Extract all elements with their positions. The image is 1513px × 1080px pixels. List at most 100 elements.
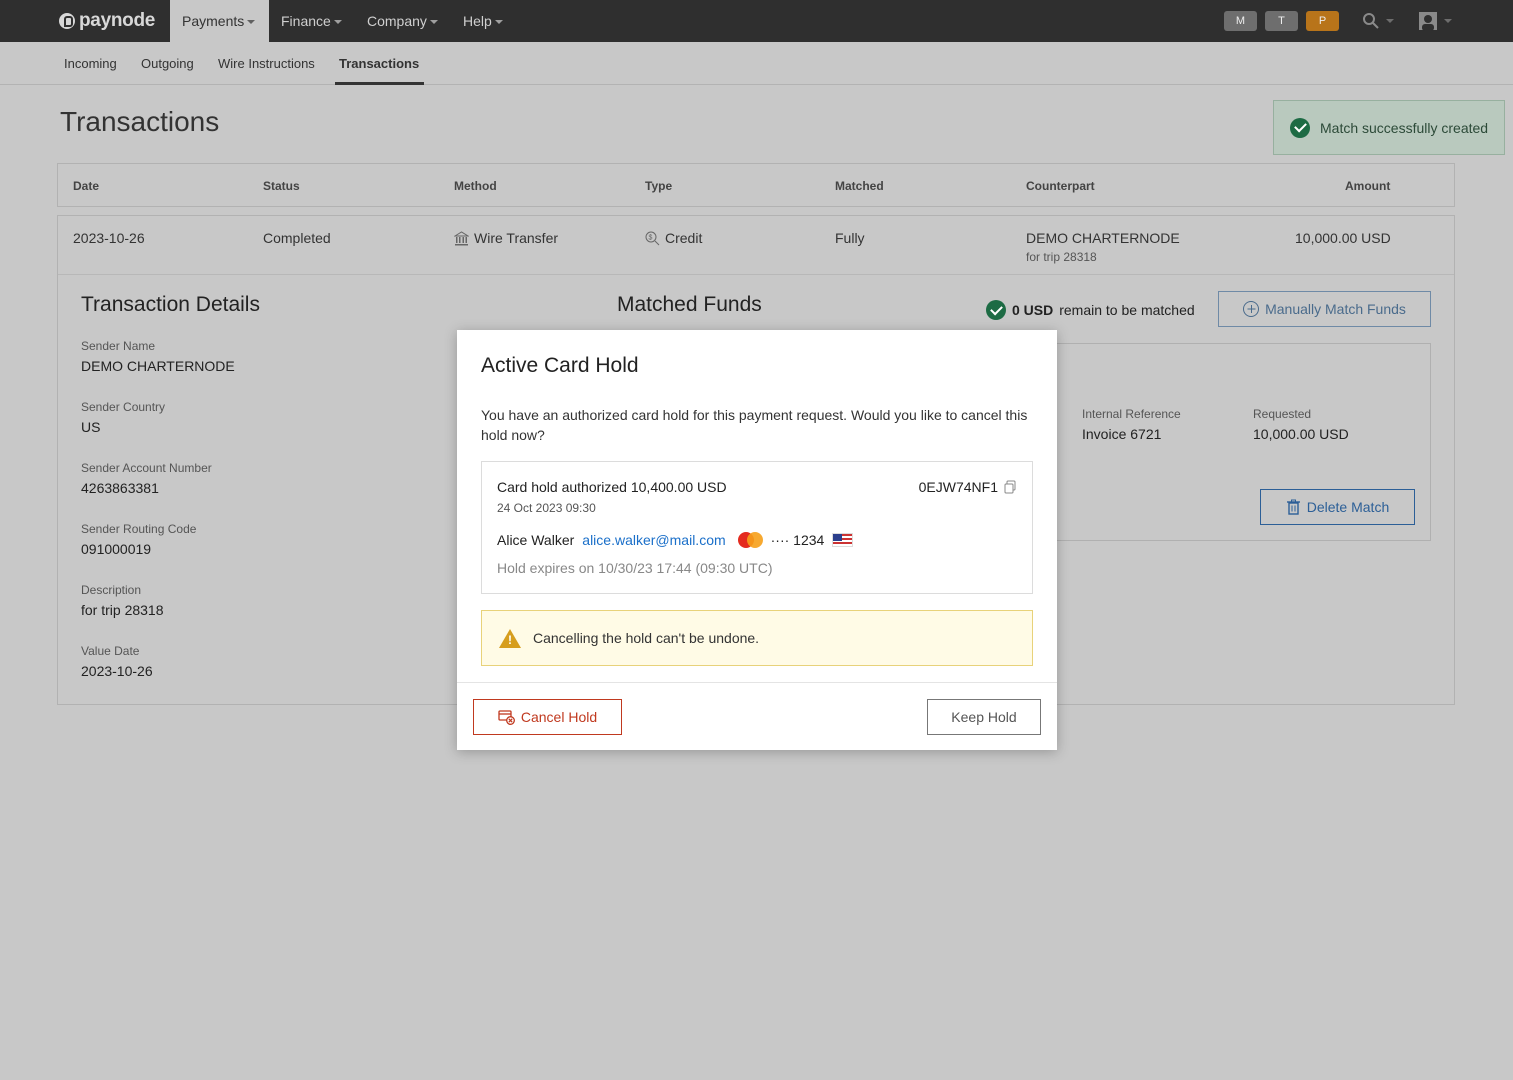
card-mask: ···· 1234 [770, 532, 825, 548]
table-row[interactable]: 2023-10-26 Completed Wire Transfer $ Cre… [58, 216, 1454, 275]
check-circle-icon [1290, 117, 1310, 138]
active-card-hold-modal: Active Card Hold You have an authorized … [457, 330, 1057, 750]
warning-icon [499, 628, 521, 648]
hold-reference-value: 0EJW74NF1 [918, 479, 998, 495]
plus-circle-icon [1243, 301, 1260, 317]
col-date[interactable]: Date [73, 164, 99, 208]
row-method-label: Wire Transfer [474, 230, 559, 246]
logo-text: paynode [79, 10, 156, 31]
hold-date: 24 Oct 2023 09:30 [497, 501, 596, 515]
description-label: Description [81, 583, 142, 597]
card-hold-card: Card hold authorized 10,400.00 USD 24 Oc… [481, 461, 1033, 594]
check-circle-icon [986, 300, 1006, 320]
tab-wire-instructions[interactable]: Wire Instructions [214, 42, 319, 85]
sender-routing-value: 091000019 [81, 541, 152, 557]
requested-label: Requested [1253, 407, 1312, 421]
row-counterpart-sub: for trip 28318 [1026, 250, 1097, 264]
row-type-label: Credit [665, 230, 703, 246]
manually-match-funds-label: Manually Match Funds [1265, 301, 1406, 317]
nav-help-label: Help [463, 13, 492, 29]
hold-expires: Hold expires on 10/30/23 17:44 (09:30 UT… [497, 560, 773, 576]
paynode-logo[interactable]: paynode [59, 10, 155, 32]
search-icon [1363, 13, 1379, 29]
hold-holder-row: Alice Walker alice.walker@mail.com ···· … [497, 532, 854, 548]
value-date-label: Value Date [81, 644, 140, 658]
row-date: 2023-10-26 [73, 230, 145, 246]
chevron-down-icon [494, 20, 503, 25]
sender-country-label: Sender Country [81, 400, 166, 414]
chevron-down-icon [1444, 19, 1452, 23]
col-status[interactable]: Status [263, 164, 300, 208]
top-navbar: paynode Payments Finance Company Help M … [0, 0, 1513, 42]
card-cancel-icon [498, 709, 515, 725]
cancel-hold-button[interactable]: Cancel Hold [473, 699, 622, 735]
sub-navbar: Incoming Outgoing Wire Instructions Tran… [0, 42, 1513, 85]
tab-outgoing[interactable]: Outgoing [137, 42, 198, 85]
user-menu[interactable] [1418, 11, 1452, 31]
keep-hold-button[interactable]: Keep Hold [927, 699, 1041, 735]
env-chip-p[interactable]: P [1306, 11, 1339, 31]
table-header: Date Status Method Type Matched Counterp… [57, 163, 1455, 207]
nav-payments[interactable]: Payments [170, 0, 269, 42]
modal-footer: Cancel Hold Keep Hold [457, 682, 1057, 750]
nav-help[interactable]: Help [451, 0, 515, 42]
warning-text: Cancelling the hold can't be undone. [533, 630, 760, 646]
remain-text: remain to be matched [1059, 302, 1195, 318]
sender-account-value: 4263863381 [81, 480, 159, 496]
row-matched: Fully [835, 230, 865, 246]
modal-message: You have an authorized card hold for thi… [481, 407, 1028, 443]
nav-finance[interactable]: Finance [269, 0, 354, 42]
row-status: Completed [263, 230, 331, 246]
paynode-logo-icon [59, 13, 75, 29]
internal-ref-value: Invoice 6721 [1082, 426, 1162, 442]
sender-account-label: Sender Account Number [81, 461, 212, 475]
nav-finance-label: Finance [281, 13, 331, 29]
env-chip-m[interactable]: M [1224, 11, 1257, 31]
credit-search-icon: $ [645, 231, 660, 245]
hold-reference[interactable]: 0EJW74NF1 [919, 479, 1016, 495]
tab-transactions[interactable]: Transactions [335, 42, 424, 85]
col-amount[interactable]: Amount [1345, 164, 1390, 208]
success-toast: Match successfully created [1273, 100, 1505, 155]
sender-name-label: Sender Name [81, 339, 156, 353]
requested-value: 10,000.00 USD [1253, 426, 1349, 442]
us-flag-icon [832, 533, 854, 547]
avatar-icon [1419, 12, 1437, 31]
search-menu[interactable] [1362, 11, 1394, 31]
holder-name: Alice Walker [497, 532, 575, 548]
sender-country-value: US [81, 419, 101, 435]
nav-company[interactable]: Company [355, 0, 450, 42]
remain-amount: 0 USD [1012, 302, 1054, 318]
row-amount: 10,000.00 USD [1295, 230, 1391, 246]
bank-icon [454, 230, 469, 245]
chevron-down-icon [429, 20, 438, 25]
nav-payments-label: Payments [182, 13, 245, 29]
internal-ref-label: Internal Reference [1082, 407, 1181, 421]
holder-email-link[interactable]: alice.walker@mail.com [582, 532, 725, 548]
page-title: Transactions [60, 106, 220, 137]
modal-title: Active Card Hold [481, 354, 639, 377]
env-chip-t[interactable]: T [1265, 11, 1298, 31]
value-date-value: 2023-10-26 [81, 663, 153, 679]
chevron-down-icon [1386, 19, 1394, 23]
toast-message: Match successfully created [1320, 119, 1489, 136]
chevron-down-icon [247, 20, 256, 25]
row-method: Wire Transfer [454, 230, 558, 246]
delete-match-label: Delete Match [1306, 499, 1390, 515]
remain-to-match: 0 USD remain to be matched [986, 300, 1195, 320]
trash-icon [1286, 499, 1300, 515]
col-type[interactable]: Type [645, 164, 672, 208]
sender-name-value: DEMO CHARTERNODE [81, 358, 235, 374]
manually-match-funds-button[interactable]: Manually Match Funds [1218, 291, 1431, 327]
tab-incoming[interactable]: Incoming [60, 42, 121, 85]
chevron-down-icon [333, 20, 342, 25]
sender-routing-label: Sender Routing Code [81, 522, 197, 536]
mastercard-icon [737, 532, 763, 548]
svg-text:$: $ [649, 234, 653, 241]
delete-match-button[interactable]: Delete Match [1260, 489, 1415, 525]
col-counterpart[interactable]: Counterpart [1026, 164, 1095, 208]
col-matched[interactable]: Matched [835, 164, 884, 208]
copy-icon[interactable] [1004, 480, 1016, 494]
col-method[interactable]: Method [454, 164, 497, 208]
transaction-details-title: Transaction Details [81, 293, 260, 316]
